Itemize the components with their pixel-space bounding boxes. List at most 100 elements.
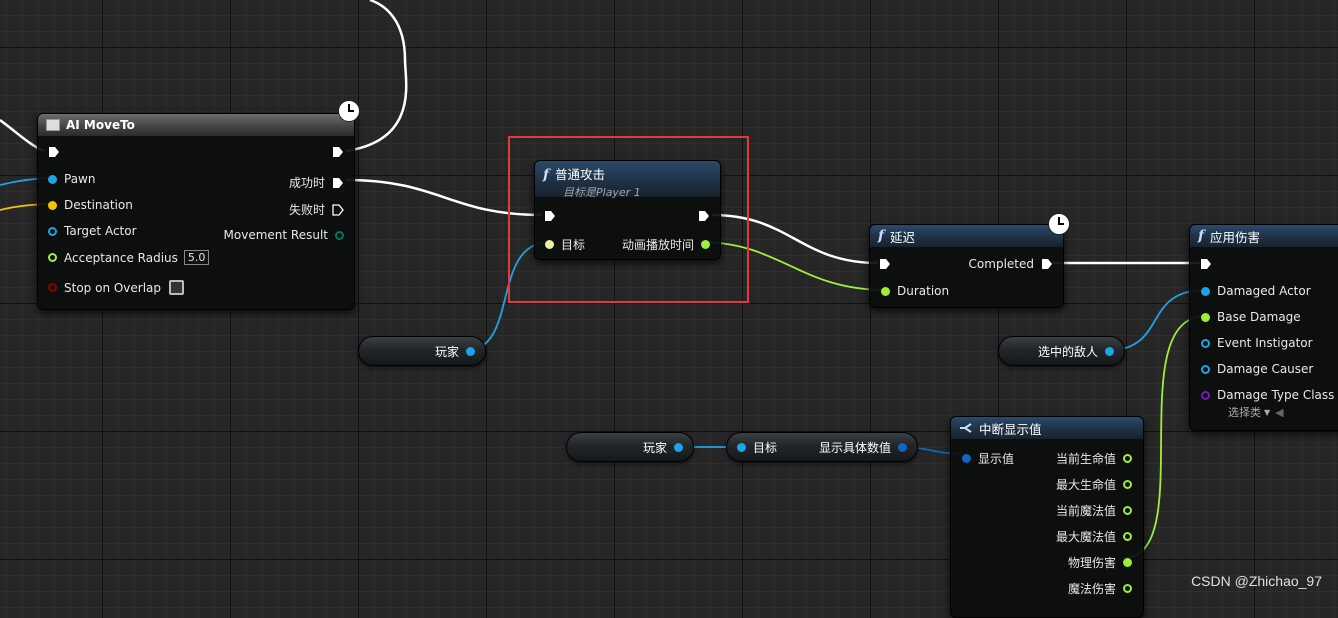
pin-label: 当前魔法值 [1055, 504, 1116, 518]
pin-label: Destination [64, 198, 133, 212]
damage-type-class-select[interactable]: 选择类 ▼ ◀ [1228, 404, 1284, 420]
pin-label: Event Instigator [1217, 336, 1313, 350]
break-display-header[interactable]: 中断显示值 [951, 417, 1143, 439]
damage-pin-base-damage[interactable]: Base Damage [1201, 310, 1301, 324]
variable-player-1[interactable]: 玩家 [358, 336, 486, 366]
object-pin-icon [48, 174, 57, 184]
pin-label: Damage Causer [1217, 362, 1314, 376]
damage-pin-damaged-actor[interactable]: Damaged Actor [1201, 284, 1311, 298]
ai-pin-pawn[interactable]: Pawn [48, 172, 95, 186]
delay-pin-completed[interactable]: Completed [969, 257, 1053, 271]
ai-moveto-header[interactable]: AI MoveTo [38, 114, 354, 136]
ai-pin-on-fail[interactable]: 失败时 [289, 201, 344, 218]
ai-pin-acceptance-radius[interactable]: Acceptance Radius 5.0 [48, 250, 210, 265]
chevron-down-icon: ▼ [1264, 407, 1271, 417]
pin-label: 最大生命值 [1055, 478, 1116, 492]
vector-pin-icon [48, 200, 57, 210]
delay-pin-duration[interactable]: Duration [881, 284, 949, 298]
pin-label: 目标 [753, 440, 778, 455]
break-pin-physical-dmg[interactable]: 物理伤害 [1068, 554, 1132, 571]
delay-title: 延迟 [890, 229, 916, 245]
ai-pin-stop-on-overlap[interactable]: Stop on Overlap [48, 280, 185, 295]
float-pin-icon [1123, 506, 1132, 515]
apply-damage-node[interactable]: f 应用伤害 Damaged Actor Base Damage Event In… [1189, 224, 1338, 431]
exec-in-icon [880, 259, 890, 269]
float-pin-icon [1123, 532, 1132, 541]
pin-label: 成功时 [288, 176, 325, 190]
break-display-node[interactable]: 中断显示值 显示值 当前生命值 最大生命值 当前魔法值 最大魔法值 物理伤害 魔… [950, 416, 1144, 618]
damage-pin-damage-causer[interactable]: Damage Causer [1201, 362, 1313, 376]
arrow-left-icon[interactable]: ◀ [1275, 406, 1283, 419]
pin-label: Pawn [64, 172, 96, 186]
variable-label: 玩家 [642, 440, 667, 455]
damage-pin-event-instigator[interactable]: Event Instigator [1201, 336, 1313, 350]
get-display-pin-target[interactable]: 目标 [737, 439, 777, 456]
float-pin-icon [1123, 558, 1132, 567]
break-pin-max-mp[interactable]: 最大魔法值 [1056, 528, 1132, 545]
delay-header[interactable]: f 延迟 [870, 225, 1063, 247]
struct-pin-icon [898, 442, 907, 452]
break-pin-display-value[interactable]: 显示值 [962, 450, 1014, 467]
exec-out-icon [1042, 259, 1052, 269]
break-struct-icon [960, 423, 972, 433]
ai-pin-destination[interactable]: Destination [48, 198, 133, 212]
break-pin-cur-mp[interactable]: 当前魔法值 [1056, 502, 1132, 519]
variable-label: 选中的敌人 [1037, 344, 1098, 359]
get-display-value-node[interactable]: 目标 显示具体数值 [726, 432, 918, 462]
delay-node[interactable]: f 延迟 Completed Duration [869, 224, 1064, 308]
pin-label: 最大魔法值 [1055, 530, 1116, 544]
ai-pin-on-success[interactable]: 成功时 [289, 174, 344, 191]
pin-label: Completed [968, 257, 1034, 271]
break-pin-cur-hp[interactable]: 当前生命值 [1056, 450, 1132, 467]
highlight-box [508, 136, 749, 303]
ai-exec-in-pin[interactable] [48, 146, 60, 158]
variable-player-2[interactable]: 玩家 [566, 432, 694, 462]
get-display-pin-out[interactable]: 显示具体数值 [819, 439, 907, 456]
damage-pin-damage-type-class[interactable]: Damage Type Class [1201, 388, 1334, 402]
object-pin-icon [48, 226, 57, 236]
function-icon: f [1198, 228, 1205, 244]
variable-selected-enemy[interactable]: 选中的敌人 [998, 336, 1125, 366]
float-pin-icon [1201, 312, 1210, 322]
apply-damage-header[interactable]: f 应用伤害 [1190, 225, 1338, 247]
pin-label: Movement Result [223, 228, 328, 242]
pin-label: 物理伤害 [1067, 556, 1116, 570]
stop-on-overlap-checkbox[interactable] [169, 280, 185, 295]
object-pin-icon [737, 442, 746, 452]
float-pin-icon [48, 253, 57, 262]
pin-label: 魔法伤害 [1067, 582, 1116, 596]
break-pin-max-hp[interactable]: 最大生命值 [1056, 476, 1132, 493]
variable-label: 玩家 [434, 344, 459, 359]
pin-label: 当前生命值 [1055, 452, 1116, 466]
float-pin-icon [1123, 480, 1132, 489]
pin-label: 显示值 [978, 452, 1015, 466]
float-pin-icon [1123, 454, 1132, 463]
ai-moveto-title: AI MoveTo [66, 118, 135, 132]
ai-moveto-node[interactable]: AI MoveTo Pawn Destination Target Actor … [37, 113, 355, 310]
pin-label: Target Actor [64, 224, 137, 238]
acceptance-radius-input[interactable]: 5.0 [183, 250, 210, 265]
float-pin-icon [881, 286, 890, 296]
pin-label: Duration [897, 284, 950, 298]
delay-exec-in-pin[interactable] [879, 258, 891, 270]
ai-exec-out-pin[interactable] [332, 146, 344, 158]
object-pin-icon [1201, 286, 1210, 296]
exec-out-icon [333, 177, 343, 188]
bool-pin-icon [48, 283, 57, 292]
exec-out-icon [333, 147, 343, 157]
watermark: CSDN @Zhichao_97 [1191, 573, 1322, 589]
damage-exec-in-pin[interactable] [1200, 258, 1212, 270]
object-pin-icon [1201, 338, 1210, 348]
ai-node-icon [46, 119, 60, 131]
pin-label: 显示具体数值 [818, 440, 891, 455]
break-pin-magic-dmg[interactable]: 魔法伤害 [1068, 580, 1132, 597]
exec-in-icon [1201, 259, 1211, 269]
ai-pin-target-actor[interactable]: Target Actor [48, 224, 137, 238]
ai-pin-movement-result[interactable]: Movement Result [224, 228, 344, 242]
pin-label: Acceptance Radius [64, 250, 178, 265]
pin-label: 失败时 [288, 203, 325, 217]
pin-label: Damaged Actor [1217, 284, 1311, 298]
pin-label: Damage Type Class [1217, 388, 1335, 402]
exec-in-icon [49, 147, 59, 157]
struct-pin-icon [962, 454, 971, 463]
